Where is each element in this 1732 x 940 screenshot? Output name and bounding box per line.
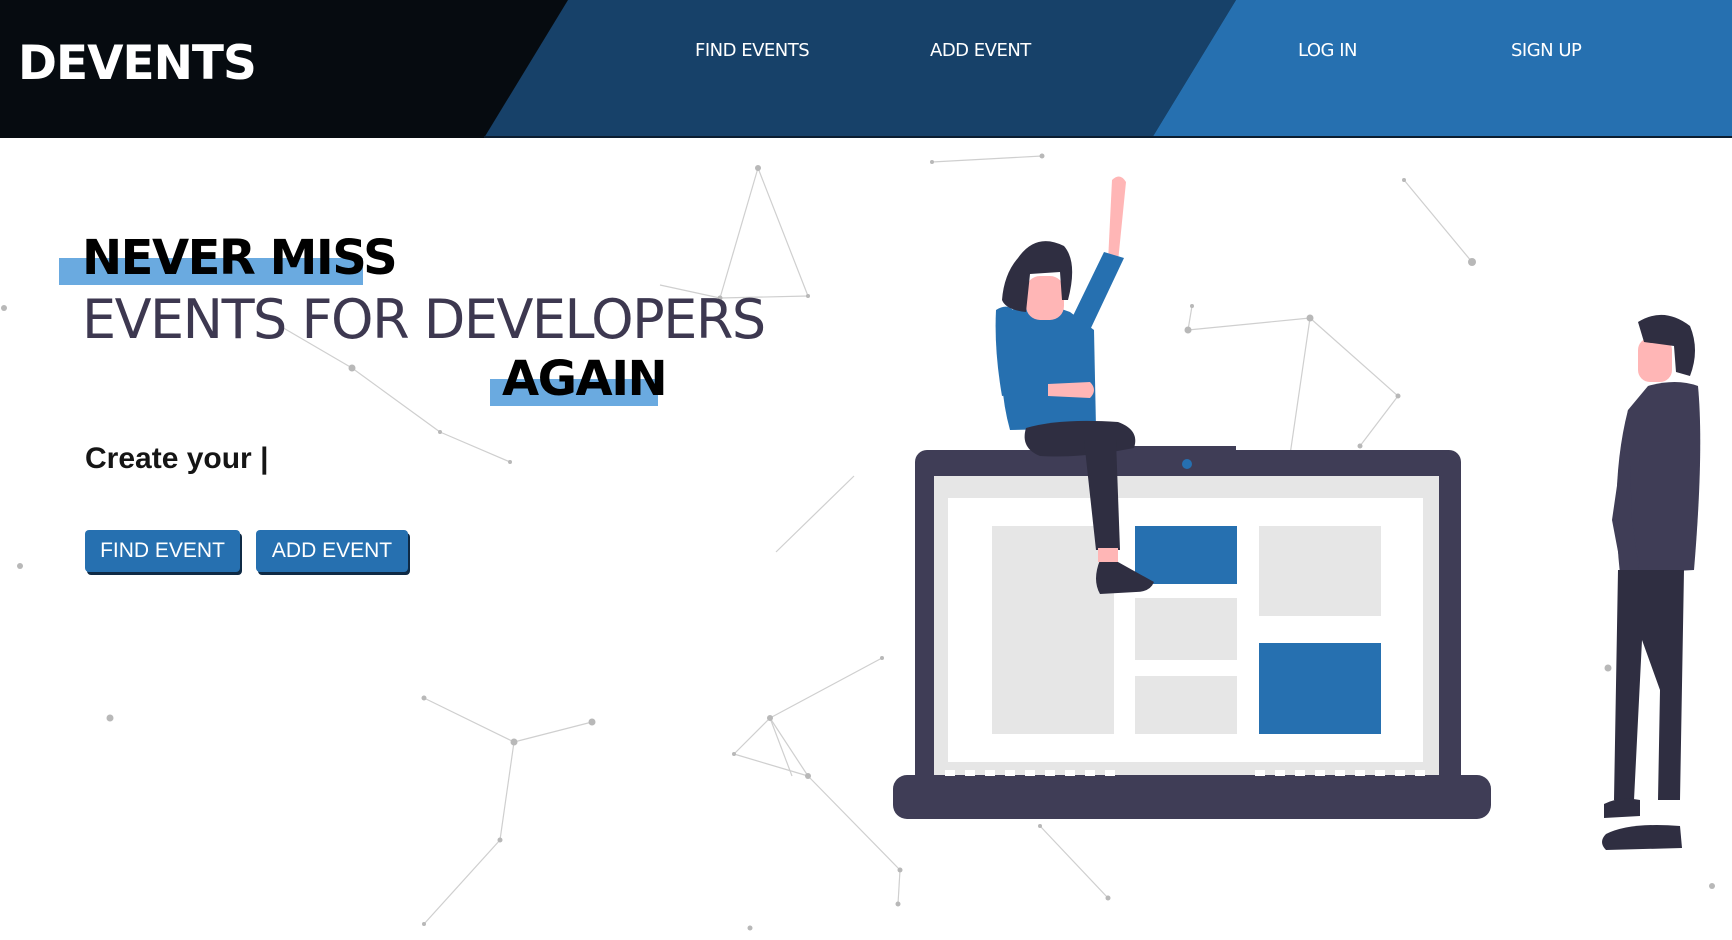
hero-line-never-miss: NEVER MISS xyxy=(82,230,398,286)
hero-line-events-for-developers: EVENTS FOR DEVELOPERS xyxy=(82,288,766,351)
find-event-button[interactable]: FIND EVENT xyxy=(85,530,240,572)
hero-illustration xyxy=(893,176,1701,850)
nav-sign-up[interactable]: SIGN UP xyxy=(1511,40,1582,61)
laptop-illustration xyxy=(893,446,1491,819)
nav-log-in[interactable]: LOG IN xyxy=(1298,40,1358,61)
typed-text: Create your | xyxy=(85,442,269,475)
add-event-button[interactable]: ADD EVENT xyxy=(256,530,408,572)
nav-add-event[interactable]: ADD EVENT xyxy=(930,40,1031,61)
man-illustration xyxy=(1602,314,1701,850)
hero-title: NEVER MISS EVENTS FOR DEVELOPERS AGAIN xyxy=(0,0,766,420)
hero-line-again: AGAIN xyxy=(502,351,668,407)
